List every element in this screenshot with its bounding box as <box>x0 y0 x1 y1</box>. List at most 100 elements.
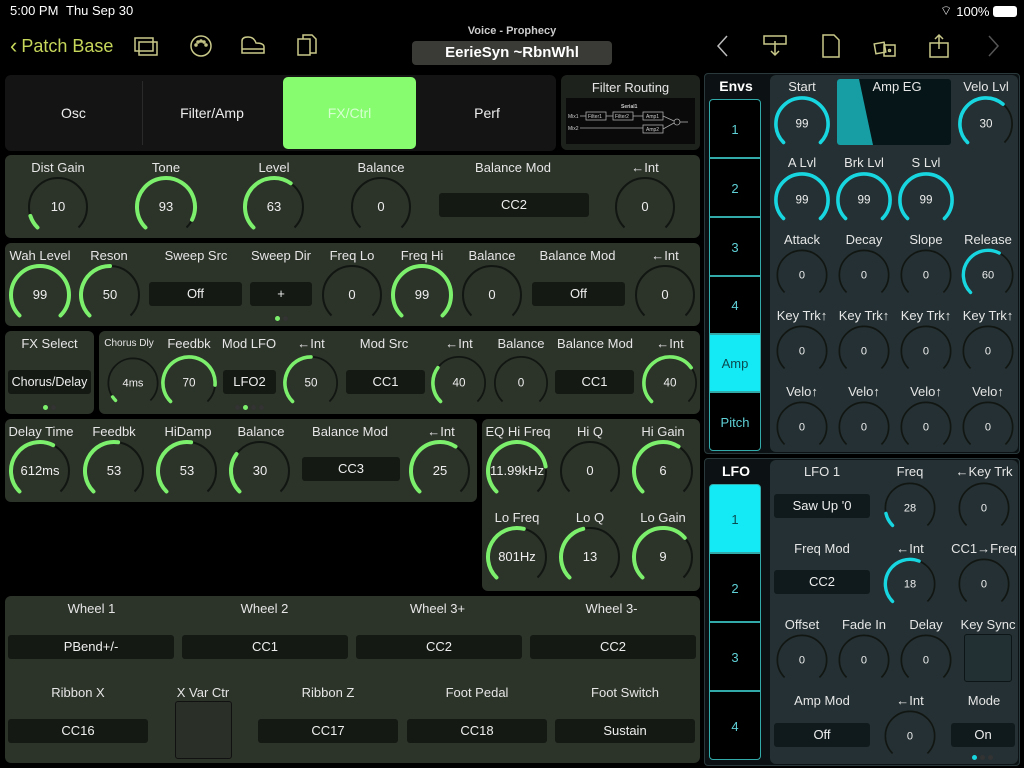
amp-mod-int-knob[interactable]: 0 <box>883 709 937 763</box>
delay-balance-mod-select[interactable]: CC3 <box>302 457 400 481</box>
wah-int-knob[interactable]: 0 <box>633 263 697 327</box>
foot-switch-select[interactable]: Sustain <box>555 719 695 743</box>
tab-perf[interactable]: Perf <box>418 75 556 151</box>
lfo-keytrk-knob[interactable]: 0 <box>957 481 1011 535</box>
attack-keytrk-knob[interactable]: 0 <box>775 324 829 378</box>
chorus-feedbk-knob[interactable]: 70 <box>160 354 218 412</box>
decay-keytrk-knob[interactable]: 0 <box>837 324 891 378</box>
hi-gain-knob[interactable]: 6 <box>631 439 695 503</box>
delay-feedbk-knob[interactable]: 53 <box>82 439 146 503</box>
env-tab-amp[interactable]: Amp <box>709 334 761 392</box>
level-knob[interactable]: 63 <box>242 175 306 239</box>
env-tab-1[interactable]: 1 <box>709 99 761 158</box>
chorus-balance-mod-select[interactable]: CC1 <box>555 370 634 394</box>
ribbon-z-select[interactable]: CC17 <box>258 719 398 743</box>
mod-lfo-select[interactable]: LFO2 <box>223 370 276 394</box>
tab-osc[interactable]: Osc <box>5 75 142 151</box>
chorus-balance-int-knob[interactable]: 40 <box>641 354 699 412</box>
delay-time-knob[interactable]: 612ms <box>8 439 72 503</box>
lfo-wave-select[interactable]: Saw Up '0 <box>774 494 870 518</box>
lfo-freq-knob[interactable]: 28 <box>883 481 937 535</box>
release-knob[interactable]: 60 <box>961 248 1015 302</box>
patch-name[interactable]: EerieSyn ~RbnWhl <box>412 41 612 65</box>
next-icon[interactable] <box>980 33 1006 59</box>
reson-knob[interactable]: 50 <box>78 263 142 327</box>
slope-velo-knob[interactable]: 0 <box>899 400 953 454</box>
cc1-freq-knob[interactable]: 0 <box>957 557 1011 611</box>
lo-gain-knob[interactable]: 9 <box>631 525 695 589</box>
wah-balance-mod-select[interactable]: Off <box>532 282 625 306</box>
mod-lfo-dots[interactable] <box>235 405 264 410</box>
lfo-tab-1[interactable]: 1 <box>709 484 761 553</box>
wheel3minus-select[interactable]: CC2 <box>530 635 696 659</box>
attack-knob[interactable]: 0 <box>775 248 829 302</box>
fx-select-dropdown[interactable]: Chorus/Delay <box>8 370 91 394</box>
freq-lo-knob[interactable]: 0 <box>320 263 384 327</box>
sweep-dir-select[interactable]: + <box>250 282 312 306</box>
freq-mod-select[interactable]: CC2 <box>774 570 870 594</box>
prev-icon[interactable] <box>710 33 736 59</box>
dist-gain-knob[interactable]: 10 <box>26 175 90 239</box>
release-keytrk-knob[interactable]: 0 <box>961 324 1015 378</box>
midi-icon[interactable] <box>188 33 214 59</box>
amp-mod-select[interactable]: Off <box>774 723 870 747</box>
dist-int-knob[interactable]: 0 <box>613 175 677 239</box>
wah-level-knob[interactable]: 99 <box>8 263 72 327</box>
attack-velo-knob[interactable]: 0 <box>775 400 829 454</box>
key-sync-toggle[interactable] <box>964 634 1012 682</box>
fade-in-knob[interactable]: 0 <box>837 633 891 687</box>
decay-velo-knob[interactable]: 0 <box>837 400 891 454</box>
download-icon[interactable] <box>762 33 788 59</box>
chorus-int-knob[interactable]: 50 <box>282 354 340 412</box>
piano-icon[interactable] <box>240 33 266 59</box>
lfo-tab-3[interactable]: 3 <box>709 622 761 691</box>
lfo-delay-knob[interactable]: 0 <box>899 633 953 687</box>
s-lvl-knob[interactable]: 99 <box>897 171 955 229</box>
foot-pedal-select[interactable]: CC18 <box>407 719 547 743</box>
random-dice-icon[interactable] <box>872 33 898 59</box>
freq-mod-int-knob[interactable]: 18 <box>883 557 937 611</box>
wheel1-select[interactable]: PBend+/- <box>8 635 174 659</box>
slope-knob[interactable]: 0 <box>899 248 953 302</box>
hidamp-knob[interactable]: 53 <box>155 439 219 503</box>
delay-int-knob[interactable]: 25 <box>408 439 472 503</box>
hi-q-knob[interactable]: 0 <box>558 439 622 503</box>
ribbon-x-select[interactable]: CC16 <box>8 719 148 743</box>
new-file-icon[interactable] <box>818 33 844 59</box>
release-velo-knob[interactable]: 0 <box>961 400 1015 454</box>
x-var-ctr-toggle[interactable] <box>175 701 232 759</box>
env-tab-4[interactable]: 4 <box>709 276 761 334</box>
tab-fx-ctrl[interactable]: FX/Ctrl <box>283 77 416 149</box>
copy-icon[interactable] <box>294 33 320 59</box>
mod-src-int-knob[interactable]: 40 <box>430 354 488 412</box>
share-icon[interactable] <box>926 33 952 59</box>
chorus-balance-knob[interactable]: 0 <box>492 354 550 412</box>
filter-routing-panel[interactable]: Filter Routing Serial1 Mix1 Mix2 Filter1… <box>561 75 700 150</box>
dist-balance-mod-select[interactable]: CC2 <box>439 193 589 217</box>
eq-hi-freq-knob[interactable]: 11.99kHz <box>485 439 549 503</box>
chorus-dly-knob[interactable]: 4ms <box>106 356 160 410</box>
tone-knob[interactable]: 93 <box>134 175 198 239</box>
brk-lvl-knob[interactable]: 99 <box>835 171 893 229</box>
mode-select[interactable]: On <box>951 723 1015 747</box>
offset-knob[interactable]: 0 <box>775 633 829 687</box>
start-knob[interactable]: 99 <box>773 95 831 153</box>
wah-balance-knob[interactable]: 0 <box>460 263 524 327</box>
env-tab-3[interactable]: 3 <box>709 217 761 276</box>
fx-select-dots[interactable] <box>43 405 56 410</box>
mod-src-select[interactable]: CC1 <box>346 370 425 394</box>
delay-balance-knob[interactable]: 30 <box>228 439 292 503</box>
freq-hi-knob[interactable]: 99 <box>390 263 454 327</box>
wheel3plus-select[interactable]: CC2 <box>356 635 522 659</box>
velo-lvl-knob[interactable]: 30 <box>957 95 1015 153</box>
lfo-page-dots[interactable] <box>972 755 993 760</box>
lfo-tab-4[interactable]: 4 <box>709 691 761 760</box>
back-button[interactable]: ‹ Patch Base <box>10 33 113 59</box>
a-lvl-knob[interactable]: 99 <box>773 171 831 229</box>
windows-icon[interactable] <box>133 33 159 59</box>
env-tab-2[interactable]: 2 <box>709 158 761 217</box>
wheel2-select[interactable]: CC1 <box>182 635 348 659</box>
decay-knob[interactable]: 0 <box>837 248 891 302</box>
lo-freq-knob[interactable]: 801Hz <box>485 525 549 589</box>
lfo-tab-2[interactable]: 2 <box>709 553 761 622</box>
